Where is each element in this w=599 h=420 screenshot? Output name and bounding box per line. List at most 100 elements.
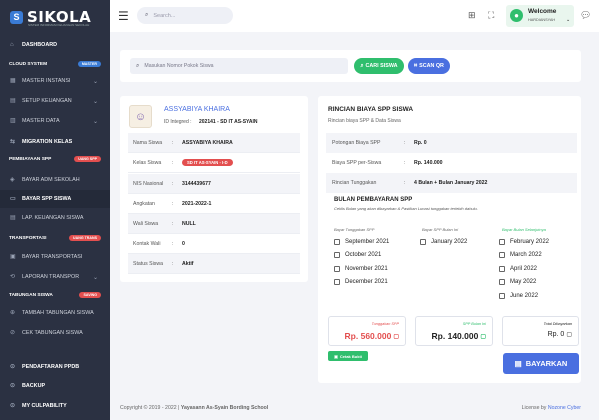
sidebar-item-bayar-spp[interactable]: ▭ BAYAR SPP SISWA (0, 190, 110, 208)
section-spp: PEMBIAYAAN SPP UANG SPP (9, 156, 101, 162)
database-icon: ▥ (10, 118, 16, 124)
sidebar-item-lap-keuangan[interactable]: ▤ LAP. KEUANGAN SISWA (0, 209, 110, 227)
tunggakan-total: Tunggakan SPP Rp. 560.000 ▢ (328, 316, 406, 346)
sidebar-item-master-data[interactable]: ▥ MASTER DATA ⌄ (0, 112, 110, 130)
sidebar-item-tambah-tabungan[interactable]: ⊕ TAMBAH TABUNGAN SISWA (0, 304, 110, 322)
search-icon: ⌕ (145, 12, 149, 18)
section-badge: MASTER (77, 61, 101, 67)
wallet-icon: ◈ (10, 177, 15, 183)
column-title: Bayar Bulan Selanjutnya (502, 227, 546, 232)
sidebar-item-master-instansi[interactable]: ▦ MASTER INSTANSI ⌄ (0, 72, 110, 90)
building-icon: ▦ (10, 78, 16, 84)
sidebar-item-cpanel[interactable]: ⊙ MY CULPABILITY (0, 397, 110, 415)
avatar: ☺ (129, 105, 152, 128)
chevron-down-icon: ⌄ (92, 118, 98, 125)
wallet-icon: ▤ (514, 359, 522, 368)
user-menu[interactable]: ● Welcome HARDIANSYAH ⌄ (506, 5, 574, 27)
register-icon: ⊙ (10, 364, 16, 370)
student-name-link[interactable]: ASSYABIYA KHAIRA (164, 106, 230, 113)
search-icon: ⌕ (360, 62, 364, 69)
fullscreen-icon[interactable]: ⛶ (488, 10, 494, 21)
search-card: ⌕ Masukan Nomor Pokok Siswa ⌕ CARI SISWA … (120, 50, 581, 82)
footer-org: Yayasann As-Syain Bording School (180, 404, 269, 411)
info-row: Wali Siswa: NULL (128, 214, 300, 234)
info-row: Angkatan:2021-2022-1 (128, 194, 300, 214)
avatar: ● (510, 9, 523, 22)
month-checkbox[interactable]: September 2021 (334, 239, 389, 245)
cari-siswa-button[interactable]: ⌕ CARI SISWA (354, 58, 404, 74)
logo: S SIKOLA SISTEM INFORMASI KEUANGAN SEKOL… (0, 0, 110, 34)
backup-icon: ⊙ (10, 383, 16, 389)
info-row: Status Siswa: Aktif (128, 254, 300, 274)
chevron-down-icon: ⌄ (566, 17, 571, 23)
migration-icon: ⇆ (10, 139, 16, 145)
sidebar-item-ppdb[interactable]: ⊙ PENDAFTARAN PPDB (0, 358, 110, 376)
rincian-row: Rincian Tunggakan:4 Bulan + Bulan Januar… (326, 173, 577, 193)
user-name: HARDIANSYAH (528, 18, 556, 22)
rincian-subtitle: Rincian biaya SPP & Data Siswa (328, 118, 401, 124)
print-icon: ▣ (334, 353, 338, 359)
sidebar-item-backup[interactable]: ⊙ BACKUP (0, 377, 110, 395)
report-icon: ⟲ (10, 274, 16, 280)
topbar: ☰ ⌕ Search... ⊞ ⛶ ● Welcome HARDIANSYAH … (110, 0, 599, 32)
section-transportasi: TRANSPORTASI UANG TRANS (9, 235, 101, 241)
month-checkbox[interactable]: November 2021 (334, 266, 388, 272)
section-tabungan: TABUNGAN SISWA SAVING (9, 292, 101, 298)
month-checkbox[interactable]: May 2022 (499, 279, 536, 285)
rincian-row: Potongan Biaya SPP: Rp. 0 (326, 133, 577, 153)
bulan-subtitle: Ceklis Bulan yang akan dibayarkan & Past… (334, 206, 478, 211)
month-checkbox[interactable]: December 2021 (334, 279, 388, 285)
sidebar-item-setup-keuangan[interactable]: ▤ SETUP KEUANGAN ⌄ (0, 92, 110, 110)
footer: Copyright © 2019 - 2022 | Yayasann As-Sy… (120, 404, 581, 411)
student-id-label: ID Integred : (164, 119, 192, 125)
info-row: Kelas Siswa: SD IT AS-SYAIN - I-D (128, 153, 300, 173)
chevron-down-icon: ⌄ (92, 98, 98, 105)
total-dibayarkan: Total Dibayarkan Rp. 0 ▢ (502, 316, 579, 346)
footer-license-link[interactable]: Nozone Cyber (548, 405, 581, 411)
cetak-bukti-button[interactable]: ▣ Cetak Bukti (328, 351, 368, 361)
month-checkbox[interactable]: January 2022 (420, 239, 467, 245)
calendar-icon: ▢ (566, 332, 572, 338)
nis-search-input[interactable]: ⌕ Masukan Nomor Pokok Siswa (130, 58, 348, 74)
chevron-down-icon: ⌄ (92, 274, 98, 281)
chat-icon[interactable]: 💬︎ (580, 10, 591, 21)
month-checkbox[interactable]: October 2021 (334, 252, 381, 258)
chevron-down-icon: ⌄ (92, 78, 98, 85)
user-icon: ⊙ (10, 403, 16, 409)
scan-qr-button[interactable]: ⌗ SCAN QR (408, 58, 450, 74)
card-icon: ▭ (10, 196, 16, 202)
calendar-icon: ▢ (480, 333, 486, 340)
grid-icon[interactable]: ⊞ (468, 10, 476, 21)
report-icon: ▤ (10, 215, 16, 221)
bayarkan-button[interactable]: ▤ BAYARKAN (503, 353, 579, 374)
section-badge: SAVING (79, 292, 101, 298)
sidebar-item-bayar-transportasi[interactable]: ▣ BAYAR TRANSPORTASI (0, 248, 110, 266)
welcome-label: Welcome (528, 8, 557, 15)
rincian-title: RINCIAN BIAYA SPP SISWA (328, 106, 414, 113)
sidebar-item-bayar-adm[interactable]: ◈ BAYAR ADM SEKOLAH (0, 171, 110, 189)
column-title: Bayar Tunggakan SPP (334, 227, 375, 232)
spp-bulan-ini-total: SPP Bulan Ini Rp. 140.000 ▢ (415, 316, 493, 346)
info-row: NIS Nasional:3144439677 (128, 174, 300, 194)
calendar-icon: ▢ (393, 333, 399, 340)
sidebar-item-laporan-transpor[interactable]: ⟲ LAPORAN TRANSPOR ⌄ (0, 268, 110, 286)
sidebar-item-migration[interactable]: ⇆ MIGRATION KELAS (0, 133, 110, 151)
sidebar-item-cek-tabungan[interactable]: ⊘ CEK TABUNGAN SISWA (0, 324, 110, 342)
money-icon: ▤ (10, 98, 16, 104)
qr-icon: ⌗ (414, 62, 418, 69)
global-search-input[interactable]: ⌕ Search... (137, 7, 233, 24)
brand-tagline: SISTEM INFORMASI KEUANGAN SEKOLAH (28, 23, 90, 27)
rincian-row: Biaya SPP per-Siswa: Rp. 140.000 (332, 160, 443, 166)
hamburger-menu-icon[interactable]: ☰ (118, 10, 129, 22)
column-title: Bayar SPP Bulan Ini (422, 227, 459, 232)
month-checkbox[interactable]: March 2022 (499, 252, 542, 258)
info-row: Nama Siswa: ASSYABIYA KHAIRA (128, 133, 300, 153)
month-checkbox[interactable]: April 2022 (499, 266, 537, 272)
plus-icon: ⊕ (10, 310, 16, 316)
home-icon: ⌂ (10, 42, 14, 48)
month-checkbox[interactable]: February 2022 (499, 239, 549, 245)
sidebar-item-dashboard[interactable]: ⌂ DASHBOARD (0, 36, 110, 54)
section-cloud: CLOUD SYSTEM MASTER (9, 61, 101, 67)
section-badge: UANG SPP (74, 156, 101, 162)
month-checkbox[interactable]: June 2022 (499, 293, 538, 299)
